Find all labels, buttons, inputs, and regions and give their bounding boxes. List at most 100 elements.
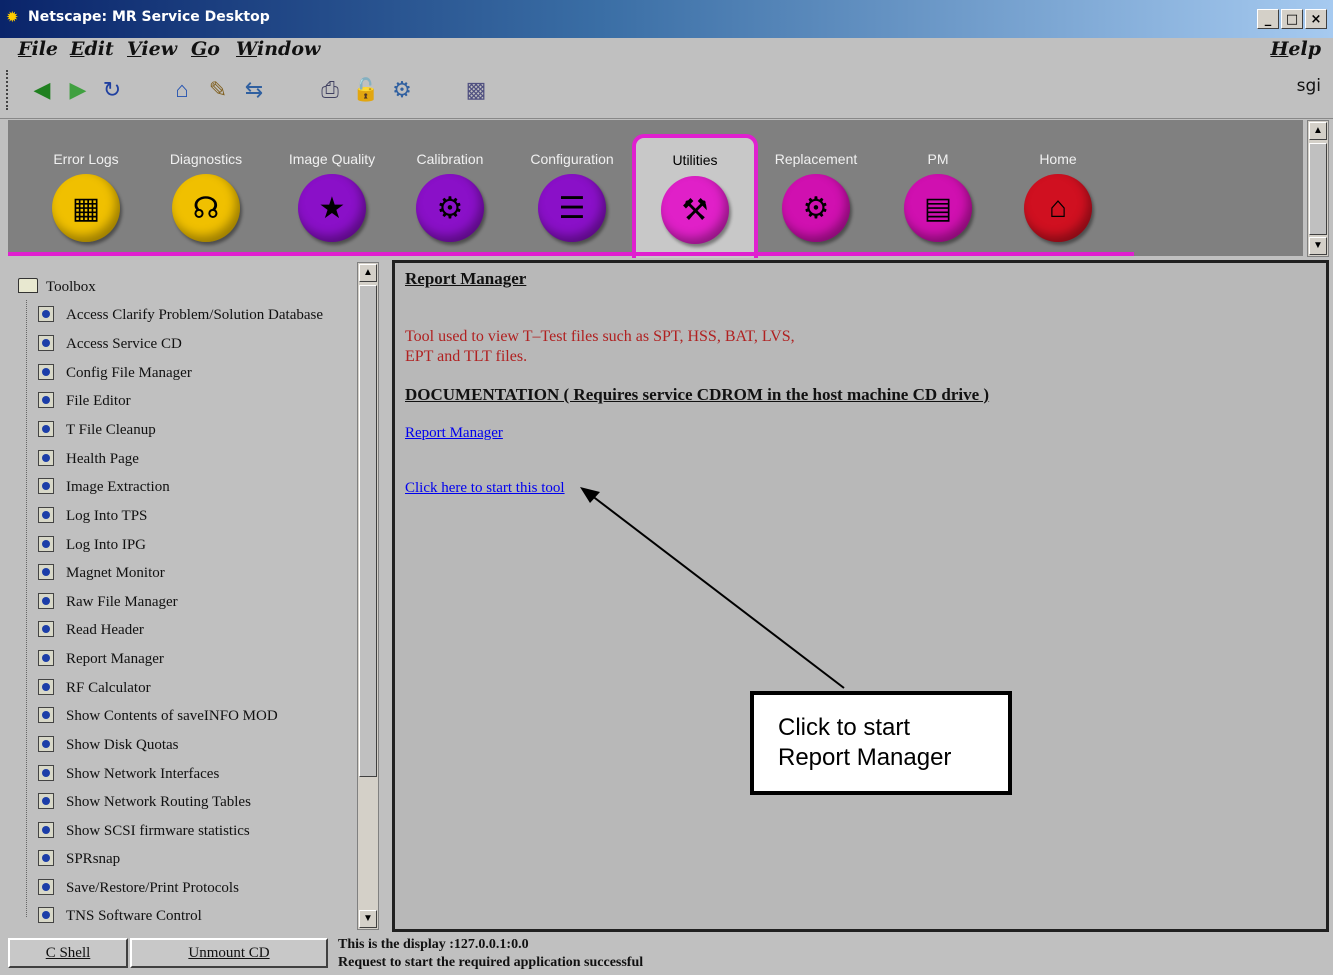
tree-item[interactable]: Log Into TPS [38, 507, 147, 529]
print-icon[interactable]: ⎙ [316, 76, 344, 104]
callout-line: Report Manager [778, 744, 952, 771]
tree-item-label: Log Into TPS [66, 508, 148, 524]
tree-item[interactable]: RF Calculator [38, 679, 151, 701]
tree-item[interactable]: Report Manager [38, 650, 164, 672]
tree-item[interactable]: Show Network Interfaces [38, 765, 219, 787]
tree-item-label: Show SCSI firmware statistics [66, 823, 250, 839]
toolbar-grip-icon[interactable] [6, 70, 14, 110]
close-button[interactable]: × [1305, 9, 1327, 29]
description-line: Tool used to view T–Test files such as S… [405, 328, 795, 345]
menu-help[interactable]: Help [1270, 38, 1321, 60]
menu-window[interactable]: Window [236, 38, 320, 60]
tree-item-label: Show Contents of saveINFO MOD [66, 708, 278, 724]
security-icon[interactable]: 🔓 [352, 76, 380, 104]
start-tool-link[interactable]: Click here to start this tool [405, 480, 565, 497]
tree-item[interactable]: Config File Manager [38, 364, 192, 386]
menu-edit[interactable]: Edit [70, 38, 114, 60]
tree-item-label: TNS Software Control [66, 908, 202, 924]
tree-item[interactable]: Show Network Routing Tables [38, 793, 251, 815]
search-icon[interactable]: ✎ [204, 76, 232, 104]
report-manager-doc-link[interactable]: Report Manager [405, 425, 503, 442]
tool-icon [38, 507, 54, 523]
tree-item-label: Show Network Routing Tables [66, 794, 251, 810]
tab-image-quality[interactable]: Image Quality ★ [272, 120, 392, 256]
reload-icon[interactable]: ↻ [98, 76, 126, 104]
tree-root[interactable]: Toolbox [18, 278, 96, 296]
menu-view[interactable]: View [127, 38, 177, 60]
tool-description: Tool used to view T–Test files such as S… [405, 327, 925, 367]
tree-item[interactable]: Health Page [38, 450, 139, 472]
tool-icon [38, 907, 54, 923]
tab-area-scrollbar[interactable]: ▲ ▼ [1307, 120, 1329, 257]
tree-item-label: RF Calculator [66, 680, 151, 696]
tab-calibration[interactable]: Calibration ⚙ [390, 120, 510, 256]
tool-icon [38, 879, 54, 895]
tree-item[interactable]: Show Contents of saveINFO MOD [38, 707, 278, 729]
tree-item[interactable]: Save/Restore/Print Protocols [38, 879, 239, 901]
tool-icon [38, 564, 54, 580]
tree-item[interactable]: SPRsnap [38, 850, 120, 872]
menu-go[interactable]: Go [191, 38, 220, 60]
tree-item[interactable]: Log Into IPG [38, 536, 146, 558]
tree-item-label: Config File Manager [66, 365, 192, 381]
tool-icon [38, 793, 54, 809]
stop-icon[interactable]: ▩ [462, 76, 490, 104]
forward-icon[interactable]: ▶ [64, 76, 92, 104]
toolbox-icon: ⚒ [661, 176, 729, 244]
tab-label: Home [1039, 151, 1077, 167]
home-tab-icon: ⌂ [1024, 174, 1092, 242]
callout-line: Click to start [778, 714, 911, 741]
tab-label: Configuration [530, 151, 614, 167]
tab-pm[interactable]: PM ▤ [878, 120, 998, 256]
tool-icon [38, 335, 54, 351]
tool-icon [38, 850, 54, 866]
tree-item[interactable]: Read Header [38, 621, 144, 643]
tool-icon [38, 650, 54, 666]
maximize-button[interactable]: □ [1281, 9, 1303, 29]
tree-item[interactable]: Show Disk Quotas [38, 736, 179, 758]
tree-item[interactable]: Access Service CD [38, 335, 182, 357]
tree-item-label: Health Page [66, 451, 139, 467]
minimize-button[interactable]: _ [1257, 9, 1279, 29]
back-icon[interactable]: ◀ [28, 76, 56, 104]
tree-item[interactable]: T File Cleanup [38, 421, 156, 443]
tree-root-label: Toolbox [46, 279, 96, 295]
tab-label: Error Logs [53, 151, 119, 167]
tree-item-label: Save/Restore/Print Protocols [66, 880, 239, 896]
tab-label: Replacement [774, 151, 858, 167]
tab-error-logs[interactable]: Error Logs ▦ [26, 120, 146, 256]
menu-file[interactable]: File [18, 38, 58, 60]
tab-utilities[interactable]: Utilities ⚒ [632, 134, 758, 258]
shop-icon[interactable]: ⚙ [388, 76, 416, 104]
c-shell-button[interactable]: C Shell [8, 938, 128, 968]
tab-configuration[interactable]: Configuration ☰ [512, 120, 632, 256]
scroll-up-icon[interactable]: ▲ [1309, 122, 1327, 140]
tab-home[interactable]: Home ⌂ [998, 120, 1118, 256]
tree-scrollbar[interactable]: ▲ ▼ [357, 262, 379, 930]
window-title: Netscape: MR Service Desktop [28, 9, 270, 25]
tab-label: Image Quality [288, 151, 376, 167]
tool-icon [38, 450, 54, 466]
tree-item[interactable]: File Editor [38, 392, 131, 414]
folder-icon [18, 278, 38, 293]
tree-item[interactable]: TNS Software Control [38, 907, 202, 929]
tab-diagnostics[interactable]: Diagnostics ☊ [146, 120, 266, 256]
tree-item-label: SPRsnap [66, 851, 121, 867]
sgi-logo: sgi [1296, 76, 1321, 96]
tree-item[interactable]: Raw File Manager [38, 593, 178, 615]
scroll-up-icon[interactable]: ▲ [359, 264, 377, 282]
scroll-thumb[interactable] [1309, 143, 1327, 235]
unmount-cd-button[interactable]: Unmount CD [130, 938, 328, 968]
tab-replacement[interactable]: Replacement ⚙ [756, 120, 876, 256]
home-icon[interactable]: ⌂ [168, 76, 196, 104]
tree-item[interactable]: Access Clarify Problem/Solution Database [38, 306, 323, 328]
tree-item[interactable]: Image Extraction [38, 478, 170, 500]
guide-icon[interactable]: ⇆ [240, 76, 268, 104]
tree-item[interactable]: Show SCSI firmware statistics [38, 822, 250, 844]
scroll-down-icon[interactable]: ▼ [359, 910, 377, 928]
tree-item[interactable]: Magnet Monitor [38, 564, 165, 586]
tree-item-label: Raw File Manager [66, 594, 178, 610]
scroll-thumb[interactable] [359, 285, 377, 777]
scroll-down-icon[interactable]: ▼ [1309, 237, 1327, 255]
tool-icon [38, 306, 54, 322]
